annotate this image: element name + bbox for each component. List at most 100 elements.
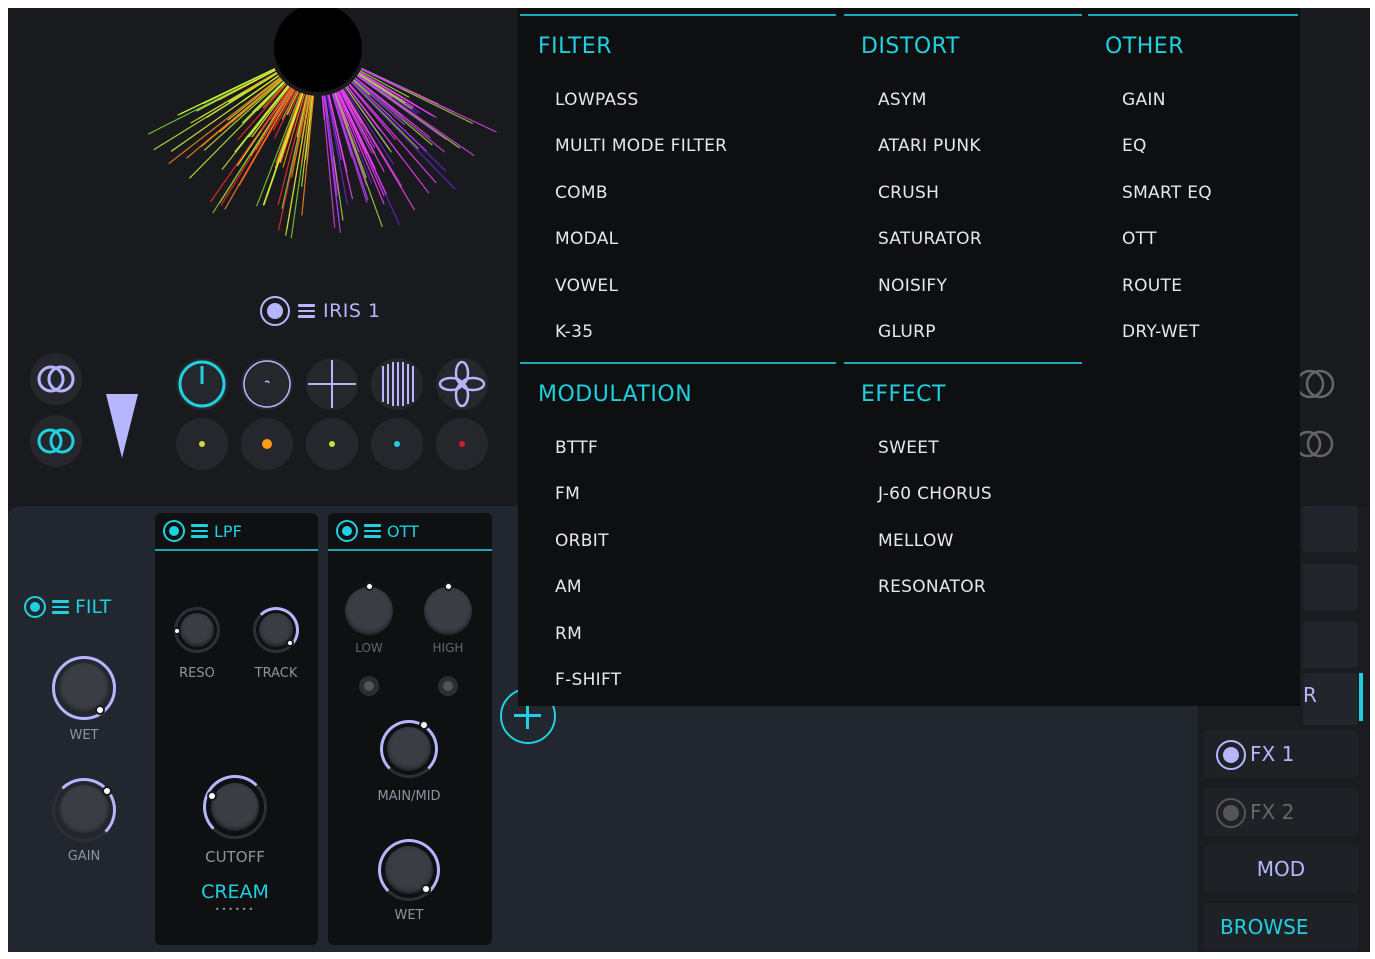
- synth-window: IRIS 1 FILT WET GAIN LPF RESO TRACK CUTO…: [8, 8, 1370, 952]
- hamburger-icon[interactable]: [364, 524, 381, 538]
- sidebar-slot[interactable]: [1303, 622, 1358, 668]
- column-divider: [844, 362, 1082, 364]
- filt-title: FILT: [75, 596, 112, 618]
- menu-item-asym[interactable]: ASYM: [878, 90, 927, 110]
- high-knob[interactable]: [424, 587, 472, 635]
- spiral-icon: [243, 360, 291, 408]
- menu-item-am[interactable]: AM: [555, 577, 582, 597]
- power-toggle-icon[interactable]: [24, 596, 46, 618]
- power-toggle-icon[interactable]: [336, 520, 358, 542]
- menu-item-route[interactable]: ROUTE: [1122, 276, 1182, 296]
- menu-item-fm[interactable]: FM: [555, 484, 580, 504]
- hamburger-icon[interactable]: [191, 524, 208, 538]
- knob-indicator: [444, 582, 453, 591]
- mod-button[interactable]: MOD: [1204, 845, 1358, 893]
- sidebar-slot-active[interactable]: R: [1303, 673, 1358, 725]
- reso-knob[interactable]: [180, 613, 214, 647]
- column-divider: [844, 14, 1082, 16]
- high-toggle[interactable]: [438, 676, 458, 696]
- shape-dot-button[interactable]: [306, 418, 358, 470]
- knob-indicator: [419, 720, 429, 730]
- rings-icon: [37, 365, 75, 393]
- rings-button[interactable]: [30, 353, 82, 405]
- knob-icon: [178, 360, 226, 408]
- preset-pagination-dots[interactable]: ••••••: [205, 905, 265, 914]
- shape-crosshair[interactable]: [306, 358, 358, 410]
- menu-item-lowpass[interactable]: LOWPASS: [555, 90, 639, 110]
- low-knob[interactable]: [345, 587, 393, 635]
- menu-item-mellow[interactable]: MELLOW: [878, 531, 954, 551]
- menu-item-eq[interactable]: EQ: [1122, 136, 1147, 156]
- shape-dot-button[interactable]: [176, 418, 228, 470]
- sidebar-slot[interactable]: [1303, 564, 1358, 610]
- cutoff-knob[interactable]: [211, 783, 259, 831]
- power-toggle-icon[interactable]: [1216, 798, 1246, 828]
- menu-item-noisify[interactable]: NOISIFY: [878, 276, 947, 296]
- menu-item-j-60-chorus[interactable]: J-60 CHORUS: [878, 484, 992, 504]
- power-toggle-icon[interactable]: [1216, 740, 1246, 770]
- rings-button-2[interactable]: [30, 415, 82, 467]
- menu-item-orbit[interactable]: ORBIT: [555, 531, 609, 551]
- shape-dot-button[interactable]: [241, 418, 293, 470]
- section-modulation-title: MODULATION: [538, 382, 693, 407]
- section-distort-title: DISTORT: [861, 34, 960, 59]
- shape-dot-button[interactable]: [371, 418, 423, 470]
- shape-knob[interactable]: [176, 358, 228, 410]
- iris-header: IRIS 1: [260, 296, 381, 326]
- iris-visualizer: [147, 8, 497, 239]
- browse-button[interactable]: BROWSE: [1204, 903, 1358, 951]
- menu-item-ott[interactable]: OTT: [1122, 229, 1157, 249]
- rings-icon[interactable]: [1300, 418, 1340, 470]
- shape-spiral[interactable]: [241, 358, 293, 410]
- triangle-down-icon[interactable]: [102, 390, 142, 462]
- shape-barcode[interactable]: [371, 358, 423, 410]
- menu-item-saturator[interactable]: SATURATOR: [878, 229, 982, 249]
- knob-indicator: [365, 582, 374, 591]
- low-toggle[interactable]: [359, 676, 379, 696]
- mod-label: MOD: [1256, 857, 1306, 881]
- section-filter-title: FILTER: [538, 34, 612, 59]
- shape-fan[interactable]: [436, 358, 488, 410]
- power-toggle-icon[interactable]: [163, 520, 185, 542]
- fx2-button[interactable]: FX 2: [1204, 788, 1358, 836]
- hamburger-icon[interactable]: [298, 304, 315, 318]
- menu-item-vowel[interactable]: VOWEL: [555, 276, 618, 296]
- menu-item-modal[interactable]: MODAL: [555, 229, 618, 249]
- menu-item-comb[interactable]: COMB: [555, 183, 608, 203]
- menu-item-resonator[interactable]: RESONATOR: [878, 577, 986, 597]
- main-mid-knob[interactable]: [387, 727, 431, 771]
- barcode-icon: [382, 362, 414, 406]
- menu-item-atari-punk[interactable]: ATARI PUNK: [878, 136, 981, 156]
- browse-label: BROWSE: [1220, 915, 1309, 939]
- menu-item-bttf[interactable]: BTTF: [555, 438, 598, 458]
- filter-preset-name[interactable]: CREAM: [185, 881, 285, 903]
- knob-indicator: [95, 705, 105, 715]
- menu-item-sweet[interactable]: SWEET: [878, 438, 939, 458]
- sidebar-slot[interactable]: [1303, 506, 1358, 552]
- fx1-button[interactable]: FX 1: [1204, 730, 1358, 778]
- section-effect-title: EFFECT: [861, 382, 946, 407]
- knob-indicator: [421, 884, 431, 894]
- menu-item-gain[interactable]: GAIN: [1122, 90, 1166, 110]
- menu-item-rm[interactable]: RM: [555, 624, 582, 644]
- menu-item-dry-wet[interactable]: DRY-WET: [1122, 322, 1200, 342]
- cutoff-label: CUTOFF: [205, 848, 265, 866]
- menu-item-smart-eq[interactable]: SMART EQ: [1122, 183, 1212, 203]
- column-divider: [520, 14, 836, 16]
- menu-item-k-35[interactable]: K-35: [555, 322, 593, 342]
- lpf-header: LPF: [155, 513, 318, 551]
- iris-core: [274, 8, 362, 92]
- fx2-label: FX 2: [1250, 800, 1295, 824]
- fan-icon: [438, 360, 486, 408]
- lpf-title: LPF: [214, 521, 242, 541]
- shape-dot-button[interactable]: [436, 418, 488, 470]
- power-toggle-icon[interactable]: [260, 296, 290, 326]
- rings-icon[interactable]: [1300, 358, 1340, 410]
- knob-indicator: [173, 627, 181, 635]
- menu-item-f-shift[interactable]: F-SHIFT: [555, 670, 621, 690]
- menu-item-glurp[interactable]: GLURP: [878, 322, 936, 342]
- knob-indicator: [286, 639, 294, 647]
- menu-item-crush[interactable]: CRUSH: [878, 183, 939, 203]
- hamburger-icon[interactable]: [52, 600, 69, 614]
- menu-item-multi-mode-filter[interactable]: MULTI MODE FILTER: [555, 136, 727, 156]
